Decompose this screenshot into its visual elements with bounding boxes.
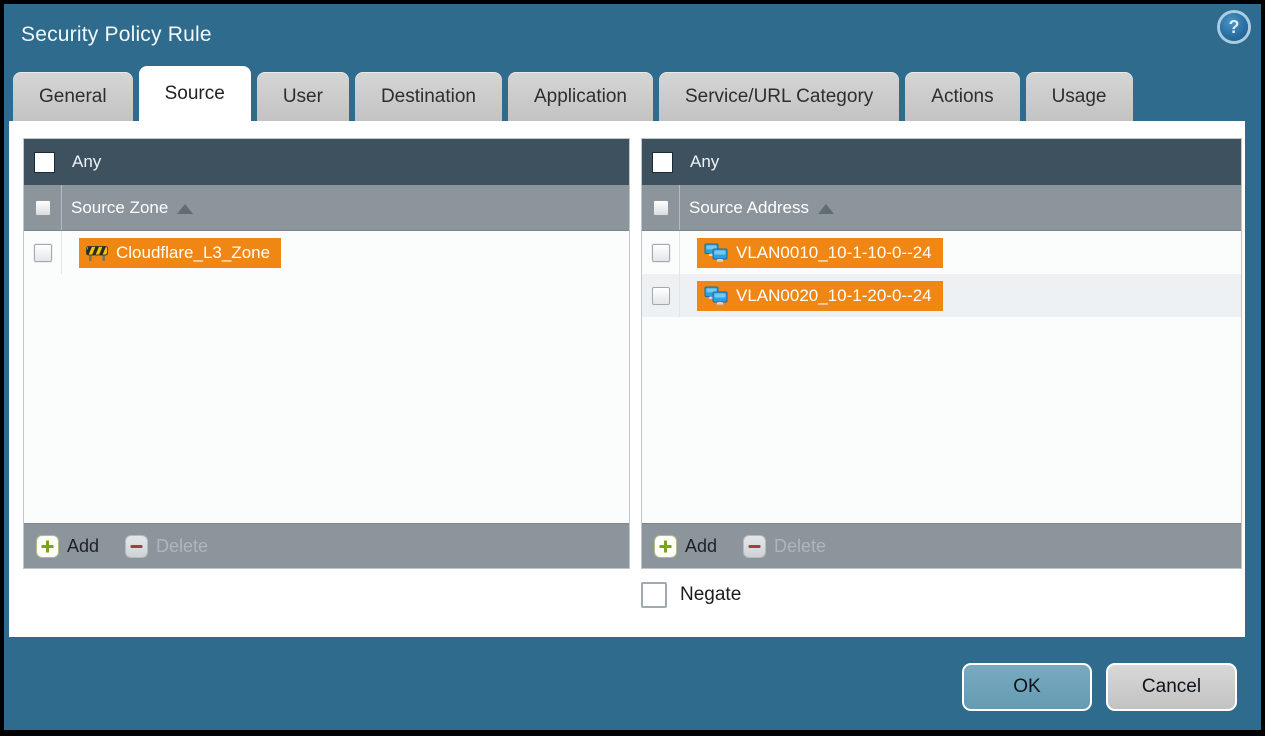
address-row-checkbox[interactable] [651, 243, 670, 262]
tab-service-url-category[interactable]: Service/URL Category [658, 72, 900, 121]
help-glyph: ? [1228, 16, 1240, 37]
add-icon [36, 534, 59, 558]
source-zone-list: Cloudflare_L3_Zone [24, 231, 629, 523]
add-label: Add [67, 535, 100, 556]
source-address-footer: Add Delete [642, 523, 1241, 568]
source-zone-footer: Add Delete [24, 523, 629, 568]
source-address-any-label: Any [690, 152, 720, 171]
tab-user[interactable]: User [256, 72, 349, 121]
source-zone-any-label: Any [72, 152, 102, 171]
sort-ascending-icon[interactable] [177, 203, 194, 214]
table-row: VLAN0020_10-1-20-0--24 [642, 274, 1241, 317]
add-address-button[interactable]: Add [654, 534, 718, 558]
source-zone-any-checkbox[interactable] [34, 151, 55, 173]
source-address-panel: Any Source Address VLAN0010_10-1-10-0--2… [641, 138, 1242, 569]
zone-row-checkbox[interactable] [33, 243, 52, 262]
add-zone-button[interactable]: Add [36, 534, 100, 558]
tab-destination[interactable]: Destination [354, 72, 502, 121]
address-chip[interactable]: VLAN0010_10-1-10-0--24 [697, 237, 943, 268]
source-zone-column-header: Source Zone [24, 185, 629, 231]
source-address-column-title[interactable]: Source Address [689, 198, 809, 218]
delete-zone-button[interactable]: Delete [125, 534, 209, 558]
table-row: VLAN0010_10-1-10-0--24 [642, 231, 1241, 274]
tab-source[interactable]: Source [138, 66, 251, 121]
address-icon [704, 243, 728, 262]
tab-general[interactable]: General [13, 72, 133, 121]
source-tab-content: Any Source Zone Cloudflare_L3_Zone Add D… [9, 121, 1245, 637]
tab-application[interactable]: Application [508, 72, 653, 121]
table-row: Cloudflare_L3_Zone [24, 231, 629, 274]
address-icon [704, 286, 728, 305]
tab-bar: General Source User Destination Applicat… [13, 66, 1261, 121]
delete-label: Delete [156, 535, 209, 556]
dialog-title: Security Policy Rule [21, 23, 212, 46]
add-icon [654, 534, 677, 558]
zone-chip-label: Cloudflare_L3_Zone [116, 242, 271, 262]
cancel-button[interactable]: Cancel [1106, 663, 1237, 711]
source-zone-select-all-checkbox[interactable] [34, 199, 51, 216]
source-zone-panel: Any Source Zone Cloudflare_L3_Zone Add D… [23, 138, 630, 569]
source-address-list: VLAN0010_10-1-10-0--24 VLAN0020_10-1-20-… [642, 231, 1241, 523]
source-address-column-header: Source Address [642, 185, 1241, 231]
address-row-checkbox[interactable] [651, 286, 670, 305]
add-label: Add [685, 535, 718, 556]
delete-label: Delete [774, 535, 827, 556]
zone-icon [86, 245, 108, 261]
help-icon[interactable]: ? [1220, 13, 1248, 41]
source-zone-any-row: Any [24, 139, 629, 185]
security-policy-rule-dialog: Security Policy Rule ? General Source Us… [4, 4, 1261, 730]
delete-address-button[interactable]: Delete [743, 534, 827, 558]
zone-chip[interactable]: Cloudflare_L3_Zone [79, 237, 282, 268]
negate-row: Negate [641, 582, 741, 608]
negate-label: Negate [680, 584, 742, 605]
source-address-any-row: Any [642, 139, 1241, 185]
titlebar: Security Policy Rule ? [4, 4, 1261, 66]
negate-checkbox[interactable] [641, 582, 667, 608]
source-zone-column-title[interactable]: Source Zone [71, 198, 168, 218]
source-address-select-all-checkbox[interactable] [652, 199, 669, 216]
address-chip[interactable]: VLAN0020_10-1-20-0--24 [697, 280, 943, 311]
delete-icon [125, 534, 149, 558]
tab-actions[interactable]: Actions [905, 72, 1020, 121]
delete-icon [743, 534, 767, 558]
ok-button[interactable]: OK [962, 663, 1092, 711]
sort-ascending-icon[interactable] [818, 203, 835, 214]
address-chip-label: VLAN0020_10-1-20-0--24 [736, 285, 932, 305]
address-chip-label: VLAN0010_10-1-10-0--24 [736, 242, 932, 262]
source-address-any-checkbox[interactable] [652, 151, 673, 173]
tab-usage[interactable]: Usage [1025, 72, 1133, 121]
